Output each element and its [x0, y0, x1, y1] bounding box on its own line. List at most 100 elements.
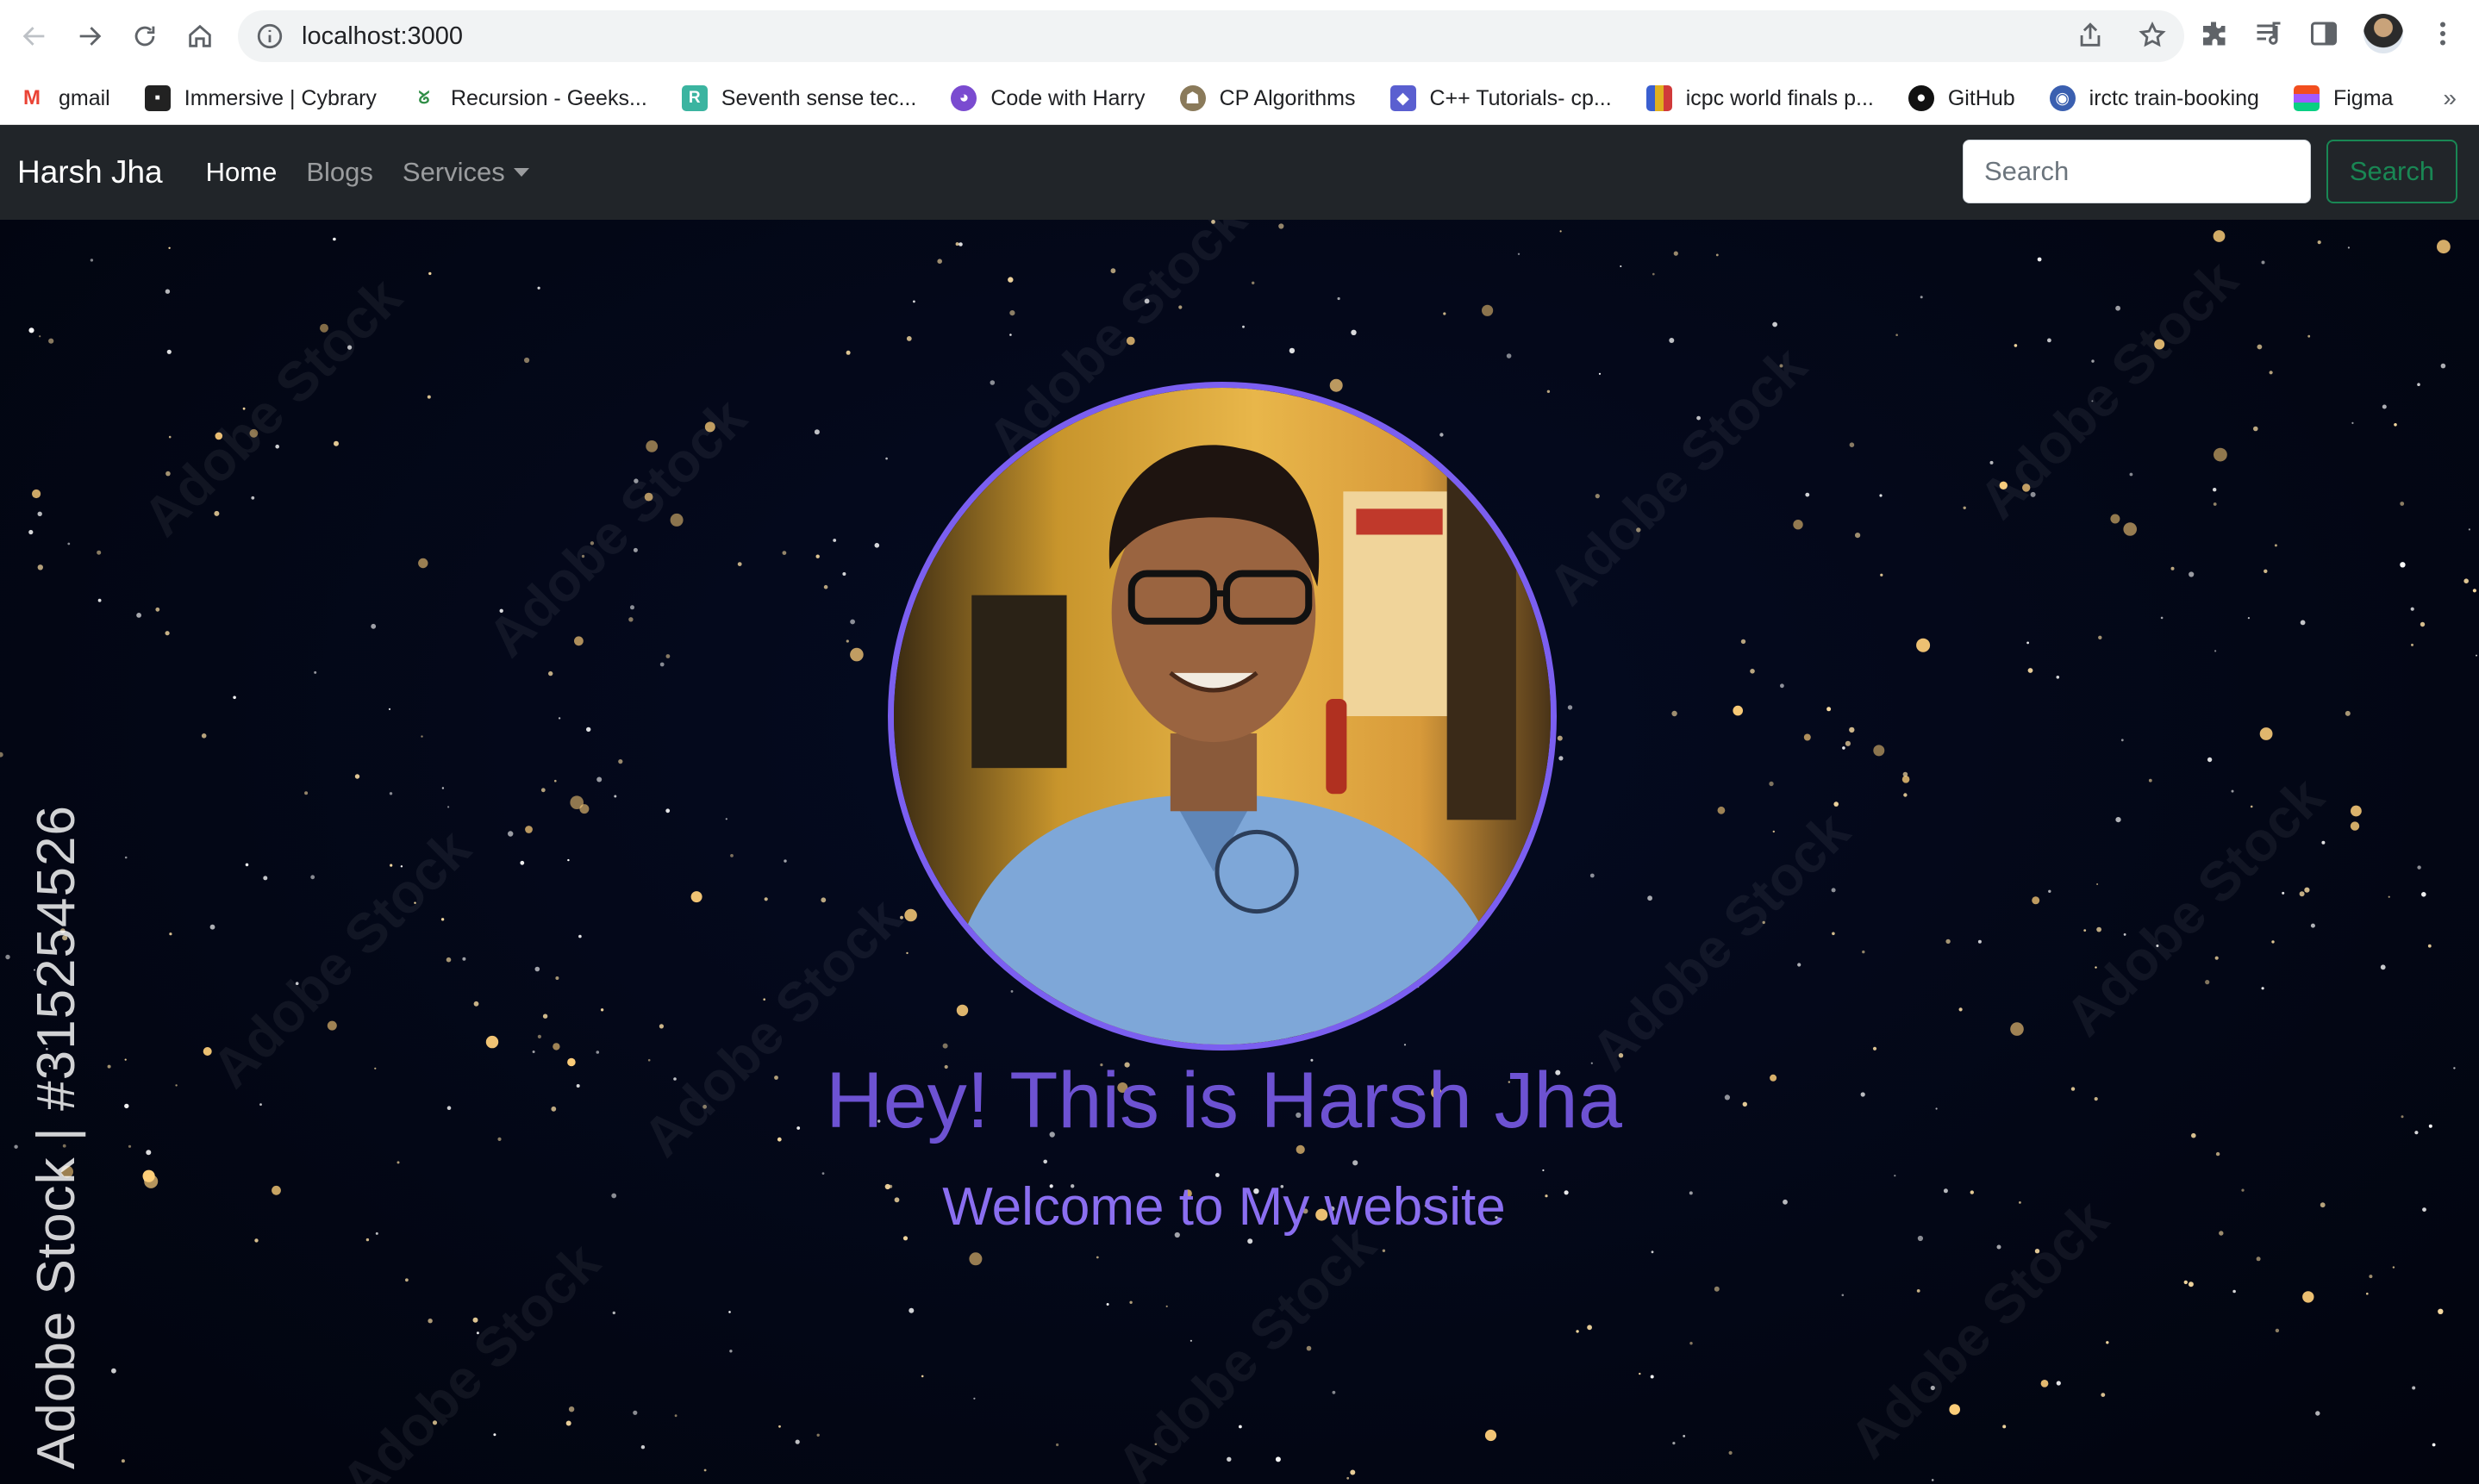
- more-bookmarks-chevron-icon[interactable]: »: [2443, 72, 2457, 124]
- star: [2366, 1292, 2369, 1295]
- star: [327, 1020, 337, 1031]
- star: [1715, 253, 1719, 257]
- star: [427, 395, 431, 399]
- forward-button[interactable]: [62, 9, 117, 64]
- star: [1620, 265, 1622, 267]
- nav-link-blogs[interactable]: Blogs: [306, 157, 373, 188]
- star: [1296, 1144, 1305, 1154]
- cp-algorithms-icon: ☗: [1179, 85, 1206, 111]
- profile-avatar[interactable]: [2363, 14, 2403, 53]
- side-panel-icon[interactable]: [2308, 18, 2339, 49]
- star: [2214, 956, 2219, 960]
- bookmark-icpc[interactable]: icpc world finals p...: [1627, 72, 1889, 124]
- url-text[interactable]: localhost:3000: [302, 22, 463, 51]
- star: [555, 976, 559, 980]
- bookmark-cybrary[interactable]: ▪ Immersive | Cybrary: [126, 72, 392, 124]
- star: [389, 792, 393, 795]
- star: [1332, 1390, 1336, 1394]
- star: [462, 957, 466, 961]
- bookmark-label: C++ Tutorials- cp...: [1429, 85, 1612, 110]
- bookmark-irctc[interactable]: ◉ irctc train-booking: [2031, 72, 2275, 124]
- star: [1346, 1476, 1350, 1480]
- seventh-sense-icon: R: [681, 85, 708, 111]
- star: [1714, 1286, 1720, 1292]
- star: [2427, 944, 2432, 948]
- star: [97, 598, 102, 602]
- star: [2256, 1256, 2261, 1262]
- star: [1009, 310, 1015, 316]
- star: [2420, 621, 2426, 627]
- star: [1916, 638, 1931, 652]
- star: [906, 951, 909, 955]
- star: [2115, 817, 2121, 823]
- star: [1880, 573, 1883, 577]
- star: [168, 246, 171, 249]
- nav-link-home[interactable]: Home: [206, 157, 278, 188]
- bookmark-codewithharry[interactable]: ◕ Code with Harry: [932, 72, 1160, 124]
- bookmark-figma[interactable]: Figma: [2275, 72, 2408, 124]
- nav-dropdown-services[interactable]: Services: [403, 157, 529, 188]
- chrome-menu-icon[interactable]: [2427, 18, 2458, 49]
- star: [1803, 733, 1811, 741]
- bookmark-label: Immersive | Cybrary: [184, 85, 377, 110]
- share-icon[interactable]: [2076, 21, 2105, 50]
- star: [628, 617, 634, 622]
- star: [690, 891, 702, 903]
- star: [1958, 1007, 1963, 1012]
- bookmark-geeksforgeeks[interactable]: ᘜ Recursion - Geeks...: [392, 72, 663, 124]
- search-input[interactable]: [1963, 140, 2311, 203]
- star: [0, 751, 3, 758]
- star: [1650, 1375, 1654, 1379]
- reload-button[interactable]: [117, 9, 172, 64]
- star: [97, 550, 102, 555]
- star: [1589, 873, 1595, 878]
- bookmark-gmail[interactable]: M gmail: [0, 72, 126, 124]
- caret-down-icon: [513, 168, 529, 177]
- star: [493, 1433, 496, 1437]
- star: [729, 1350, 733, 1353]
- back-button[interactable]: [7, 9, 62, 64]
- star: [1227, 1456, 1232, 1462]
- star: [2148, 778, 2152, 783]
- site-navbar: Harsh Jha Home Blogs Services Search: [0, 125, 2479, 220]
- star: [2214, 447, 2227, 462]
- star: [1996, 1244, 2001, 1250]
- home-button[interactable]: [172, 9, 228, 64]
- star: [333, 237, 336, 241]
- bookmark-cpp-tutorials[interactable]: ◆ C++ Tutorials- cp...: [1371, 72, 1627, 124]
- star: [2188, 1281, 2194, 1288]
- star: [32, 489, 41, 499]
- media-controls-icon[interactable]: [2253, 18, 2284, 49]
- star: [540, 788, 546, 793]
- cpp-tutorials-icon: ◆: [1389, 85, 1416, 111]
- navbar-brand[interactable]: Harsh Jha: [17, 154, 163, 190]
- star: [1671, 710, 1677, 717]
- star: [542, 1013, 548, 1019]
- bookmark-seventh-sense[interactable]: R Seventh sense tec...: [663, 72, 933, 124]
- bookmark-star-icon[interactable]: [2138, 21, 2167, 50]
- star: [874, 543, 880, 548]
- star: [1010, 990, 1014, 993]
- address-bar[interactable]: localhost:3000: [238, 10, 2184, 62]
- star: [1351, 329, 1357, 335]
- search-button[interactable]: Search: [2326, 140, 2457, 203]
- star: [428, 271, 432, 276]
- site-info-icon[interactable]: [255, 22, 284, 51]
- star: [446, 957, 452, 963]
- star: [2231, 789, 2234, 793]
- star: [2215, 1151, 2220, 1157]
- star: [904, 908, 917, 922]
- star: [2056, 676, 2060, 679]
- star: [2282, 891, 2285, 895]
- star: [2400, 502, 2405, 506]
- star: [2247, 617, 2250, 620]
- bookmark-github[interactable]: ● GitHub: [1889, 72, 2031, 124]
- star: [1247, 1238, 1253, 1244]
- star: [1043, 1159, 1047, 1164]
- star: [1652, 272, 1655, 276]
- star: [2083, 929, 2087, 932]
- star: [1587, 1325, 1592, 1331]
- star: [921, 1375, 924, 1378]
- bookmark-cp-algorithms[interactable]: ☗ CP Algorithms: [1161, 72, 1371, 124]
- extensions-puzzle-icon[interactable]: [2198, 18, 2229, 49]
